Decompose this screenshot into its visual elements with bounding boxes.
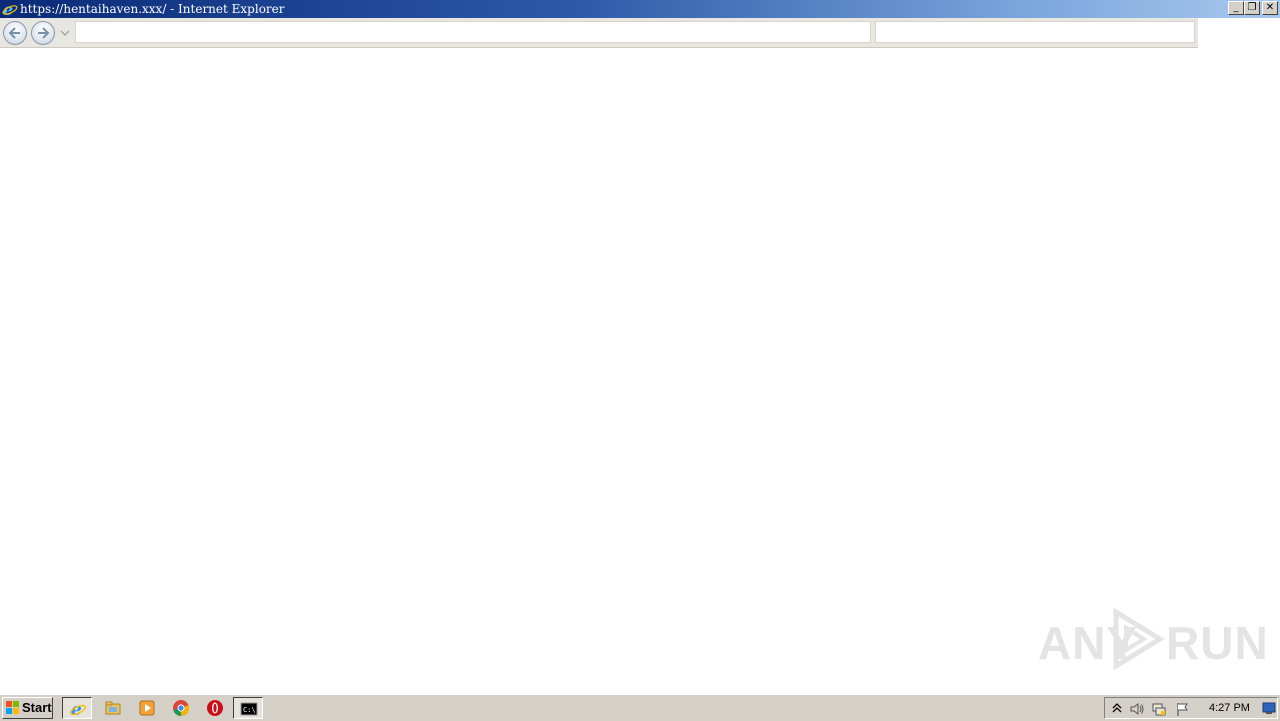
- file-explorer-icon: [105, 701, 121, 715]
- system-tray: 4:27 PM: [1104, 697, 1278, 719]
- minimize-icon: _: [1233, 2, 1239, 13]
- start-label: Start: [22, 700, 52, 715]
- history-dropdown-icon[interactable]: [60, 28, 70, 38]
- minimize-button[interactable]: _: [1228, 1, 1244, 15]
- watermark-right-text: RUN: [1166, 617, 1269, 669]
- close-button[interactable]: ✕: [1262, 1, 1278, 15]
- chrome-icon: [173, 700, 190, 717]
- taskbar-chrome[interactable]: [166, 697, 196, 719]
- restore-icon: ❐: [1247, 2, 1257, 13]
- show-desktop-icon[interactable]: [1262, 701, 1276, 715]
- window-titlebar[interactable]: e https://hentaihaven.xxx/ - Internet Ex…: [0, 0, 1280, 18]
- search-bar[interactable]: [875, 21, 1195, 43]
- show-hidden-icons-icon[interactable]: [1109, 701, 1125, 717]
- play-icon: [1113, 608, 1165, 670]
- navigation-bar: [0, 18, 1198, 48]
- taskbar-opera[interactable]: [200, 697, 230, 719]
- back-button[interactable]: [3, 21, 27, 45]
- opera-icon: [207, 700, 223, 716]
- back-arrow-icon: [8, 27, 20, 39]
- taskbar: Start e C:\ 4:27 PM: [0, 694, 1280, 721]
- internet-explorer-icon: e: [69, 700, 87, 718]
- taskbar-command-prompt[interactable]: C:\: [233, 697, 263, 719]
- windows-logo-icon: [6, 701, 19, 714]
- taskbar-media-player[interactable]: [132, 697, 162, 719]
- close-icon: ✕: [1265, 2, 1275, 13]
- address-bar[interactable]: [75, 21, 871, 43]
- action-center-flag-icon[interactable]: [1175, 701, 1191, 717]
- restore-button[interactable]: ❐: [1244, 1, 1260, 15]
- start-button[interactable]: Start: [2, 697, 53, 719]
- page-content: [0, 48, 1280, 692]
- internet-explorer-icon: e: [2, 1, 18, 17]
- window-title: https://hentaihaven.xxx/ - Internet Expl…: [20, 2, 285, 16]
- taskbar-clock[interactable]: 4:27 PM: [1209, 698, 1250, 718]
- forward-button[interactable]: [31, 21, 55, 45]
- command-prompt-icon: C:\: [240, 702, 258, 716]
- svg-text:C:\: C:\: [243, 706, 256, 714]
- forward-arrow-icon: [38, 27, 50, 39]
- taskbar-file-explorer[interactable]: [98, 697, 128, 719]
- volume-icon[interactable]: [1129, 701, 1145, 717]
- network-icon[interactable]: [1151, 701, 1167, 717]
- anyrun-watermark: ANY RUN: [1038, 606, 1268, 672]
- taskbar-internet-explorer[interactable]: e: [62, 697, 92, 719]
- media-player-icon: [139, 700, 155, 716]
